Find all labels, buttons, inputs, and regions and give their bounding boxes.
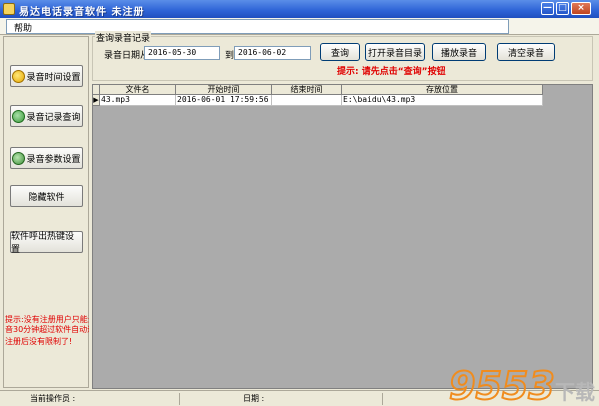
record-time-settings-label: 录音时间设置	[26, 72, 81, 83]
status-date: 日期 :	[243, 393, 383, 405]
row-indicator[interactable]: ▶	[93, 95, 100, 106]
watermark-number: 9553	[449, 364, 555, 406]
watermark-suffix: 下载	[555, 380, 595, 404]
record-params-label: 录音参数设置	[26, 154, 81, 165]
hotkey-settings-button[interactable]: 软件呼出热键设置	[10, 231, 83, 255]
hotkey-settings-label: 软件呼出热键设置	[11, 232, 75, 255]
site-watermark: 9553 下载	[448, 363, 595, 406]
table-cell-path[interactable]: E:\baidu\43.mp3	[342, 95, 543, 106]
clear-records-button[interactable]: 清空录音	[497, 43, 555, 61]
date-to-label: 到	[225, 51, 235, 61]
table-cell-file[interactable]: 43.mp3	[100, 95, 176, 106]
query-group-title: 查询录音记录	[95, 31, 152, 44]
query-button[interactable]: 查询	[320, 43, 360, 61]
sidebar-panel: 录音时间设置 录音记录查询 录音参数设置 隐藏软件 软件呼出热键设置 提示:没有…	[3, 36, 89, 388]
close-button[interactable]: ×	[571, 2, 591, 15]
records-table[interactable]: 文件名 开始时间 结束时间 存放位置 ▶ 43.mp3 2016-06-01 1…	[92, 84, 593, 389]
menu-strip	[6, 19, 509, 34]
menu-bar: 帮助	[0, 18, 599, 35]
column-header-end[interactable]: 结束时间	[272, 85, 342, 95]
column-header-path[interactable]: 存放位置	[342, 85, 543, 95]
window-title: 易达电话录音软件 未注册	[19, 7, 145, 18]
hide-software-label: 隐藏软件	[28, 192, 65, 203]
table-cell-end[interactable]	[272, 95, 342, 106]
play-record-button[interactable]: 播放录音	[432, 43, 486, 61]
record-time-settings-button[interactable]: 录音时间设置	[10, 65, 83, 87]
column-header-file[interactable]: 文件名	[100, 85, 176, 95]
record-params-button[interactable]: 录音参数设置	[10, 147, 83, 169]
table-cell-start[interactable]: 2016-06-01 17:59:56	[176, 95, 272, 106]
unregistered-notice-line-3: 注册后没有限制了!	[5, 337, 73, 346]
date-to-input[interactable]: 2016-06-02	[234, 46, 311, 60]
menu-help[interactable]: 帮助	[14, 21, 32, 34]
date-from-label: 录音日期从	[104, 51, 150, 61]
status-operator: 当前操作员 :	[30, 393, 180, 405]
app-icon	[3, 3, 15, 15]
query-icon	[12, 109, 26, 123]
clock-icon	[12, 69, 26, 83]
record-query-label: 录音记录查询	[26, 112, 81, 123]
title-bar: 易达电话录音软件 未注册 — □ ×	[0, 0, 599, 18]
unregistered-notice-line-2: 音30分钟超过软件自动退出	[5, 325, 89, 334]
table-corner	[93, 85, 100, 95]
minimize-button[interactable]: —	[541, 2, 554, 15]
maximize-button[interactable]: □	[556, 2, 569, 15]
settings-icon	[12, 151, 26, 165]
query-hint: 提示: 请先点击“查询”按钮	[337, 67, 446, 77]
record-query-button[interactable]: 录音记录查询	[10, 105, 83, 127]
open-record-dir-button[interactable]: 打开录音目录	[365, 43, 425, 61]
column-header-start[interactable]: 开始时间	[176, 85, 272, 95]
date-from-input[interactable]: 2016-05-30	[144, 46, 220, 60]
hide-software-button[interactable]: 隐藏软件	[10, 185, 83, 207]
